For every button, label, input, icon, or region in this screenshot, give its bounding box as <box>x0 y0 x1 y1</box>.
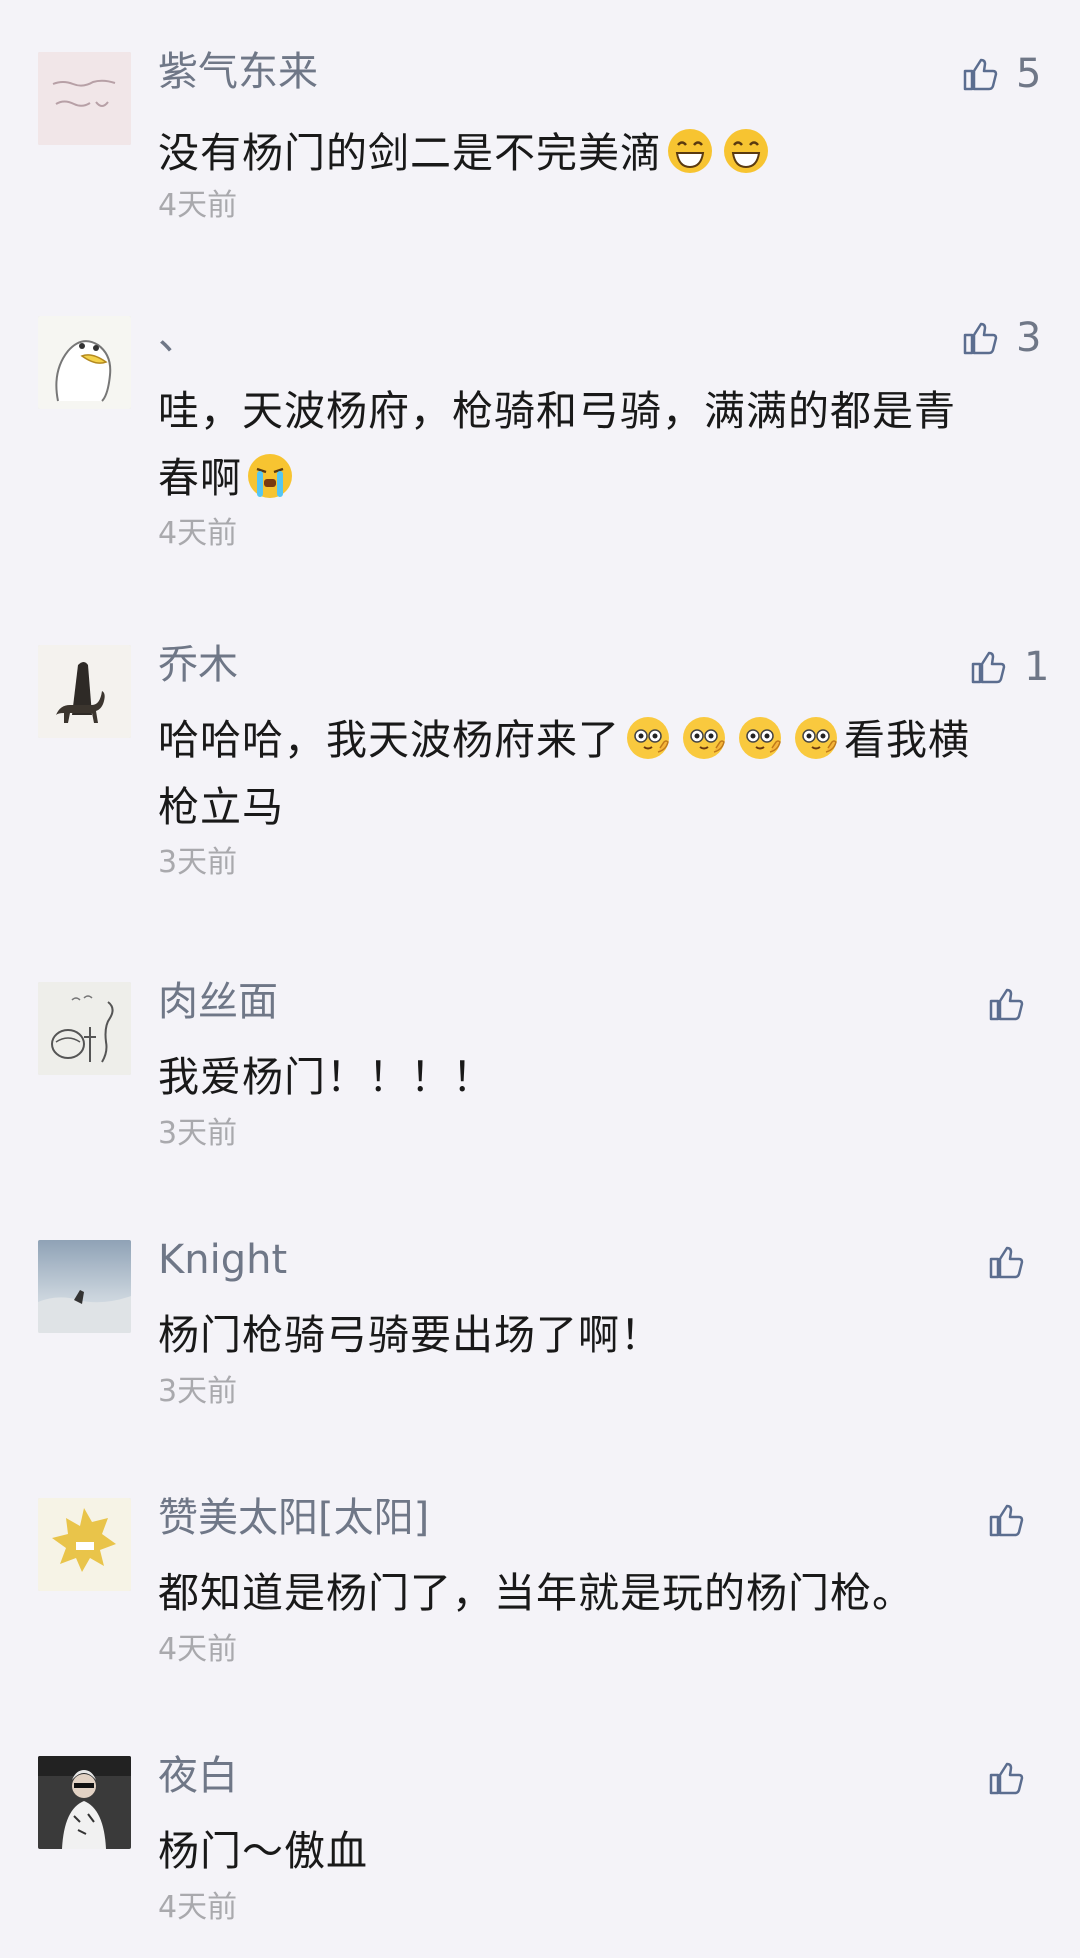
comment-text: 没有杨门的剑二是不完美滴 <box>158 120 1018 187</box>
grinning-emoji-icon <box>722 127 770 175</box>
avatar[interactable] <box>38 1240 131 1333</box>
comment-list: 紫气东来 5 没有杨门的剑二是不完美滴 4天前 、 3 哇，天波杨府，枪骑和弓骑… <box>0 0 1080 1958</box>
grinning-emoji-icon <box>666 127 714 175</box>
crying-emoji-icon <box>246 452 294 500</box>
comment-text: 杨门～傲血 <box>158 1827 368 1875</box>
avatar[interactable] <box>38 1756 131 1849</box>
comment-text: 杨门枪骑弓骑要出场了啊！ <box>158 1311 662 1359</box>
comment-time: 4天前 <box>158 516 238 551</box>
like-button[interactable] <box>988 1750 1024 1806</box>
comment-text: 我爱杨门！！！！ <box>158 1053 494 1101</box>
thumbs-up-icon <box>988 1760 1024 1796</box>
thumbs-up-icon <box>970 649 1006 685</box>
thumbs-up-icon <box>988 986 1024 1022</box>
like-button[interactable] <box>988 976 1024 1032</box>
thumbs-up-icon <box>988 1502 1024 1538</box>
thumbs-up-icon <box>962 320 998 356</box>
shy-emoji-icon <box>792 714 840 762</box>
user-name[interactable]: 肉丝面 <box>158 974 278 1030</box>
thumbs-up-icon <box>962 56 998 92</box>
avatar[interactable] <box>38 52 131 145</box>
avatar[interactable] <box>38 316 131 409</box>
comment-time: 4天前 <box>158 1890 238 1925</box>
shy-emoji-icon <box>624 714 672 762</box>
user-name[interactable]: 夜白 <box>158 1748 238 1804</box>
like-button[interactable] <box>988 1492 1024 1548</box>
comment-text: 哈哈哈，我天波杨府来了 看我横 枪立马 <box>158 714 970 831</box>
like-count: 1 <box>1024 644 1050 690</box>
user-name[interactable]: 、 <box>158 308 198 364</box>
comment-text: 哇，天波杨府，枪骑和弓骑，满满的都是青 春啊 <box>158 387 956 502</box>
shy-emoji-icon <box>736 714 784 762</box>
avatar[interactable] <box>38 982 131 1075</box>
comment-time: 4天前 <box>158 1632 238 1667</box>
thumbs-up-icon <box>988 1244 1024 1280</box>
user-name[interactable]: 紫气东来 <box>158 44 318 100</box>
comment-time: 3天前 <box>158 1116 238 1151</box>
avatar[interactable] <box>38 645 131 738</box>
like-count: 3 <box>1016 315 1042 361</box>
like-button[interactable]: 5 <box>962 46 1041 102</box>
user-name[interactable]: 乔木 <box>158 637 238 693</box>
like-button[interactable] <box>988 1234 1024 1290</box>
user-name[interactable]: Knight <box>158 1232 287 1288</box>
comment-time: 3天前 <box>158 1374 238 1409</box>
comment-time: 3天前 <box>158 845 238 880</box>
user-name[interactable]: 赞美太阳[太阳] <box>158 1490 429 1546</box>
like-button[interactable]: 1 <box>970 639 1049 695</box>
shy-emoji-icon <box>680 714 728 762</box>
avatar[interactable] <box>38 1498 131 1591</box>
comment-time: 4天前 <box>158 188 238 223</box>
like-count: 5 <box>1016 51 1042 97</box>
like-button[interactable]: 3 <box>962 310 1041 366</box>
comment-text: 都知道是杨门了，当年就是玩的杨门枪。 <box>158 1569 914 1617</box>
